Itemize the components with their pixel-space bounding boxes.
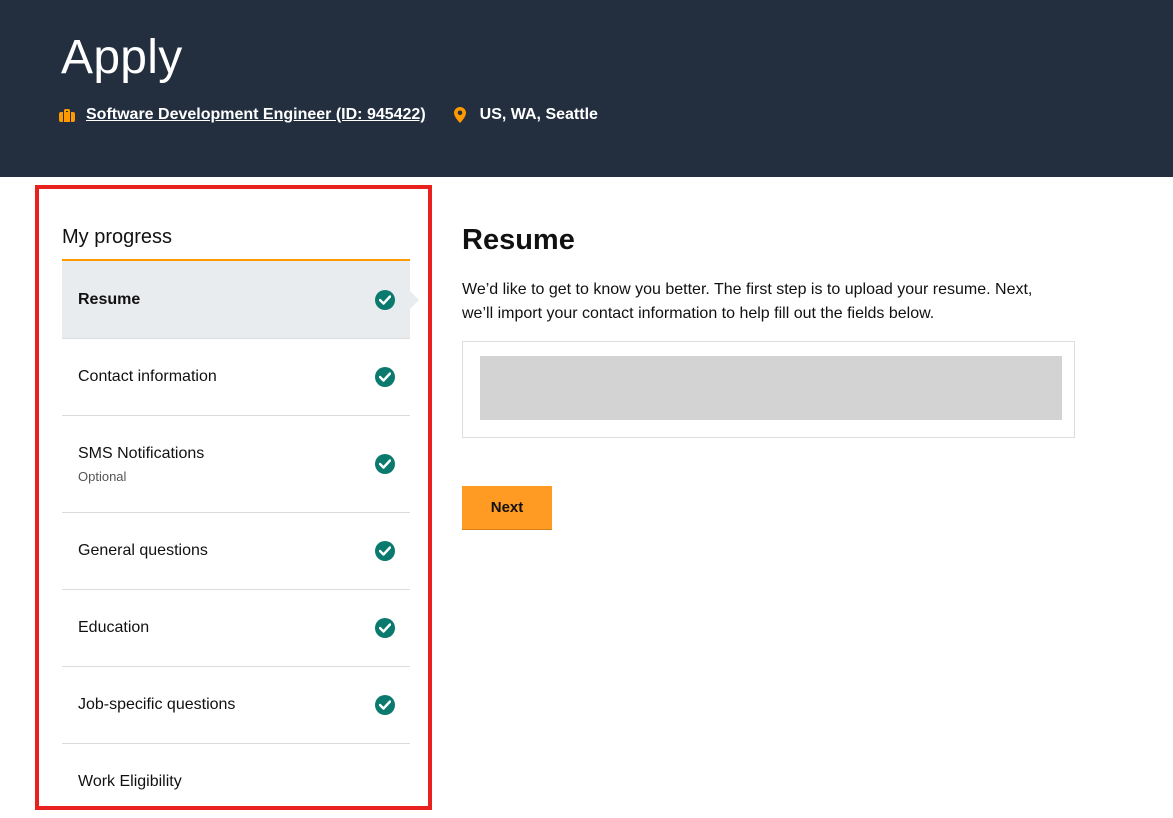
section-description: We’d like to get to know you better. The… bbox=[462, 281, 1033, 322]
sidebar-item-label: Resume bbox=[78, 291, 141, 308]
check-circle-icon bbox=[375, 367, 395, 387]
sidebar-item-resume[interactable]: Resume bbox=[62, 261, 410, 339]
job-info: Software Development Engineer (ID: 94542… bbox=[59, 104, 598, 126]
sidebar-item-label: Contact information bbox=[78, 368, 217, 385]
sidebar-item-label: SMS Notifications bbox=[78, 445, 205, 462]
sidebar-item-sms-notifications[interactable]: SMS Notifications Optional bbox=[62, 416, 410, 513]
check-circle-icon bbox=[375, 695, 395, 715]
active-step-pointer bbox=[410, 291, 419, 309]
sidebar-item-contact-information[interactable]: Contact information bbox=[62, 339, 410, 416]
resume-upload-placeholder[interactable] bbox=[480, 356, 1062, 420]
page-title: Apply bbox=[61, 31, 183, 84]
job-title-link[interactable]: Software Development Engineer (ID: 94542… bbox=[86, 106, 426, 124]
sidebar-item-label: Work Eligibility bbox=[78, 773, 182, 790]
sidebar-item-general-questions[interactable]: General questions bbox=[62, 513, 410, 590]
sidebar-item-label: General questions bbox=[78, 542, 208, 559]
check-circle-icon bbox=[375, 454, 395, 474]
resume-upload-area[interactable] bbox=[462, 341, 1075, 438]
map-pin-icon bbox=[453, 107, 466, 123]
progress-title: My progress bbox=[62, 226, 173, 248]
section-title: Resume bbox=[462, 224, 575, 256]
next-button[interactable]: Next bbox=[462, 486, 552, 530]
sidebar-item-sublabel: Optional bbox=[78, 469, 127, 484]
page-header: Apply Software Development Engineer (ID:… bbox=[0, 0, 1173, 177]
job-location: US, WA, Seattle bbox=[479, 106, 598, 123]
check-circle-icon bbox=[375, 541, 395, 561]
sidebar-item-label: Job-specific questions bbox=[78, 696, 236, 713]
check-circle-icon bbox=[375, 618, 395, 638]
briefcase-icon bbox=[59, 108, 75, 122]
check-circle-icon bbox=[375, 290, 395, 310]
sidebar-item-work-eligibility[interactable]: Work Eligibility bbox=[62, 744, 410, 806]
sidebar-item-job-specific-questions[interactable]: Job-specific questions bbox=[62, 667, 410, 744]
sidebar-item-education[interactable]: Education bbox=[62, 590, 410, 667]
sidebar-item-label: Education bbox=[78, 619, 150, 636]
